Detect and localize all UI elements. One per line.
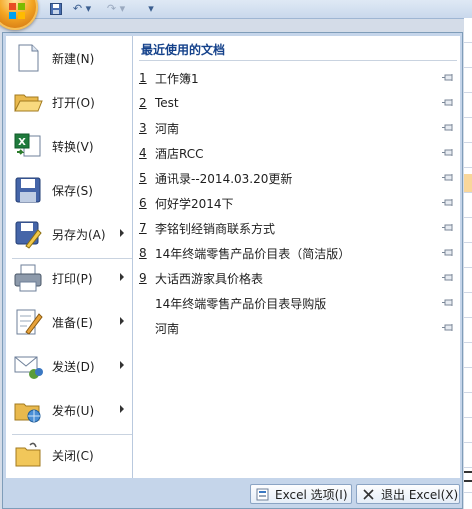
recent-document-item[interactable]: 7 李铭钊经销商联系方式 xyxy=(139,217,457,239)
recent-document-name: 何好学2014下 xyxy=(155,196,234,211)
recent-document-name: 大话西游家具价格表 xyxy=(155,271,264,286)
pin-icon[interactable] xyxy=(442,223,455,232)
recent-document-item[interactable]: 14年终端零售产品价目表导购版 xyxy=(139,292,457,314)
pin-icon[interactable] xyxy=(442,323,455,332)
open-folder-icon xyxy=(12,86,44,118)
recent-document-item[interactable]: 9 大话西游家具价格表 xyxy=(139,267,457,289)
office-button[interactable] xyxy=(0,0,38,30)
prepare-command-label: 准备(E) xyxy=(52,315,93,330)
title-divider xyxy=(139,60,457,61)
pin-icon[interactable] xyxy=(442,98,455,107)
excel-options-button[interactable]: Excel 选项(I) xyxy=(250,484,352,504)
command-list: 新建(N) 打开(O) X 转换(V) 保存(S) 另存为(A) 打印(P) 准… xyxy=(6,36,133,478)
qat-undo-button[interactable]: ↶ ▾ xyxy=(68,1,96,16)
recent-document-number: 6 xyxy=(139,196,147,210)
print-icon xyxy=(12,262,44,294)
prepare-icon xyxy=(12,306,44,338)
convert-icon: X xyxy=(12,130,44,162)
recent-document-item[interactable]: 5 通讯录--2014.03.20更新 xyxy=(139,167,457,189)
recent-documents-pane: 最近使用的文档 1 工作簿1 2 Test 3 河南 4 酒店RCC 5 通讯录--2014.03… xyxy=(133,36,460,478)
recent-document-name: 李铭钊经销商联系方式 xyxy=(155,221,276,236)
new-command-label: 新建(N) xyxy=(52,51,95,66)
prepare-command[interactable]: 准备(E) xyxy=(6,302,132,342)
recent-document-name: 河南 xyxy=(155,321,180,336)
save-as-command-label: 另存为(A) xyxy=(52,227,106,242)
recent-document-name: 酒店RCC xyxy=(155,146,204,161)
save-command[interactable]: 保存(S) xyxy=(6,170,132,210)
recent-document-item[interactable]: 3 河南 xyxy=(139,117,457,139)
recent-document-number: 7 xyxy=(139,221,147,235)
convert-command[interactable]: X 转换(V) xyxy=(6,126,132,166)
publish-icon xyxy=(12,394,44,426)
publish-command-label: 发布(U) xyxy=(52,403,95,418)
new-command[interactable]: 新建(N) xyxy=(6,38,132,78)
pin-icon[interactable] xyxy=(442,248,455,257)
publish-command[interactable]: 发布(U) xyxy=(6,390,132,430)
svg-text:X: X xyxy=(18,137,26,148)
send-command[interactable]: 发送(D) xyxy=(6,346,132,386)
recent-document-name: 14年终端零售产品价目表（简洁版） xyxy=(155,246,351,261)
quick-access-toolbar: ↶ ▾ ↷ ▾ ▾ xyxy=(0,0,472,19)
recent-document-item[interactable]: 8 14年终端零售产品价目表（简洁版） xyxy=(139,242,457,264)
recent-documents-title: 最近使用的文档 xyxy=(141,43,226,57)
exit-excel-label: 退出 Excel(X) xyxy=(381,487,459,502)
recent-document-item[interactable]: 河南 xyxy=(139,317,457,339)
excel-options-label: Excel 选项(I) xyxy=(275,487,348,502)
save-icon xyxy=(50,2,62,15)
recent-document-number: 1 xyxy=(139,71,147,85)
close-folder-icon xyxy=(12,439,44,471)
pin-icon[interactable] xyxy=(442,198,455,207)
options-icon xyxy=(256,488,269,501)
submenu-arrow-icon xyxy=(120,229,124,237)
send-icon xyxy=(12,350,44,382)
print-command[interactable]: 打印(P) xyxy=(6,258,132,298)
recent-document-number: 2 xyxy=(139,96,147,110)
office-menu: 新建(N) 打开(O) X 转换(V) 保存(S) 另存为(A) 打印(P) 准… xyxy=(2,32,463,509)
submenu-arrow-icon xyxy=(120,273,124,281)
close-command-label: 关闭(C) xyxy=(52,448,94,463)
recent-document-name: 河南 xyxy=(155,121,180,136)
office-logo-icon xyxy=(9,3,25,19)
save-command-label: 保存(S) xyxy=(52,183,93,198)
pin-icon[interactable] xyxy=(442,123,455,132)
recent-document-number: 5 xyxy=(139,171,147,185)
print-command-label: 打印(P) xyxy=(52,271,93,286)
pin-icon[interactable] xyxy=(442,173,455,182)
recent-document-number: 8 xyxy=(139,246,147,260)
recent-document-item[interactable]: 2 Test xyxy=(139,92,457,114)
save-as-command[interactable]: 另存为(A) xyxy=(6,214,132,254)
recent-document-item[interactable]: 4 酒店RCC xyxy=(139,142,457,164)
recent-document-number: 9 xyxy=(139,271,147,285)
save-icon xyxy=(12,174,44,206)
recent-document-name: 工作簿1 xyxy=(155,71,199,86)
close-x-icon xyxy=(362,488,375,501)
recent-document-item[interactable]: 1 工作簿1 xyxy=(139,67,457,89)
open-command[interactable]: 打开(O) xyxy=(6,82,132,122)
menu-footer: Excel 选项(I) 退出 Excel(X) xyxy=(6,481,461,506)
pin-icon[interactable] xyxy=(442,298,455,307)
recent-document-item[interactable]: 6 何好学2014下 xyxy=(139,192,457,214)
qat-customize-button[interactable]: ▾ xyxy=(144,1,158,16)
convert-command-label: 转换(V) xyxy=(52,139,94,154)
recent-document-name: 14年终端零售产品价目表导购版 xyxy=(155,296,327,311)
submenu-arrow-icon xyxy=(120,361,124,369)
qat-redo-button[interactable]: ↷ ▾ xyxy=(102,1,130,16)
pin-icon[interactable] xyxy=(442,273,455,282)
exit-excel-button[interactable]: 退出 Excel(X) xyxy=(356,484,460,504)
new-document-icon xyxy=(12,42,44,74)
save-as-icon xyxy=(12,218,44,250)
close-command[interactable]: 关闭(C) xyxy=(6,435,132,475)
pin-icon[interactable] xyxy=(442,148,455,157)
submenu-arrow-icon xyxy=(120,405,124,413)
worksheet-background xyxy=(464,18,472,509)
recent-document-number: 4 xyxy=(139,146,147,160)
pin-icon[interactable] xyxy=(442,73,455,82)
recent-document-name: 通讯录--2014.03.20更新 xyxy=(155,171,293,186)
send-command-label: 发送(D) xyxy=(52,359,95,374)
recent-document-name: Test xyxy=(155,96,179,110)
open-command-label: 打开(O) xyxy=(52,95,95,110)
qat-save-button[interactable] xyxy=(48,1,64,16)
recent-document-number: 3 xyxy=(139,121,147,135)
submenu-arrow-icon xyxy=(120,317,124,325)
